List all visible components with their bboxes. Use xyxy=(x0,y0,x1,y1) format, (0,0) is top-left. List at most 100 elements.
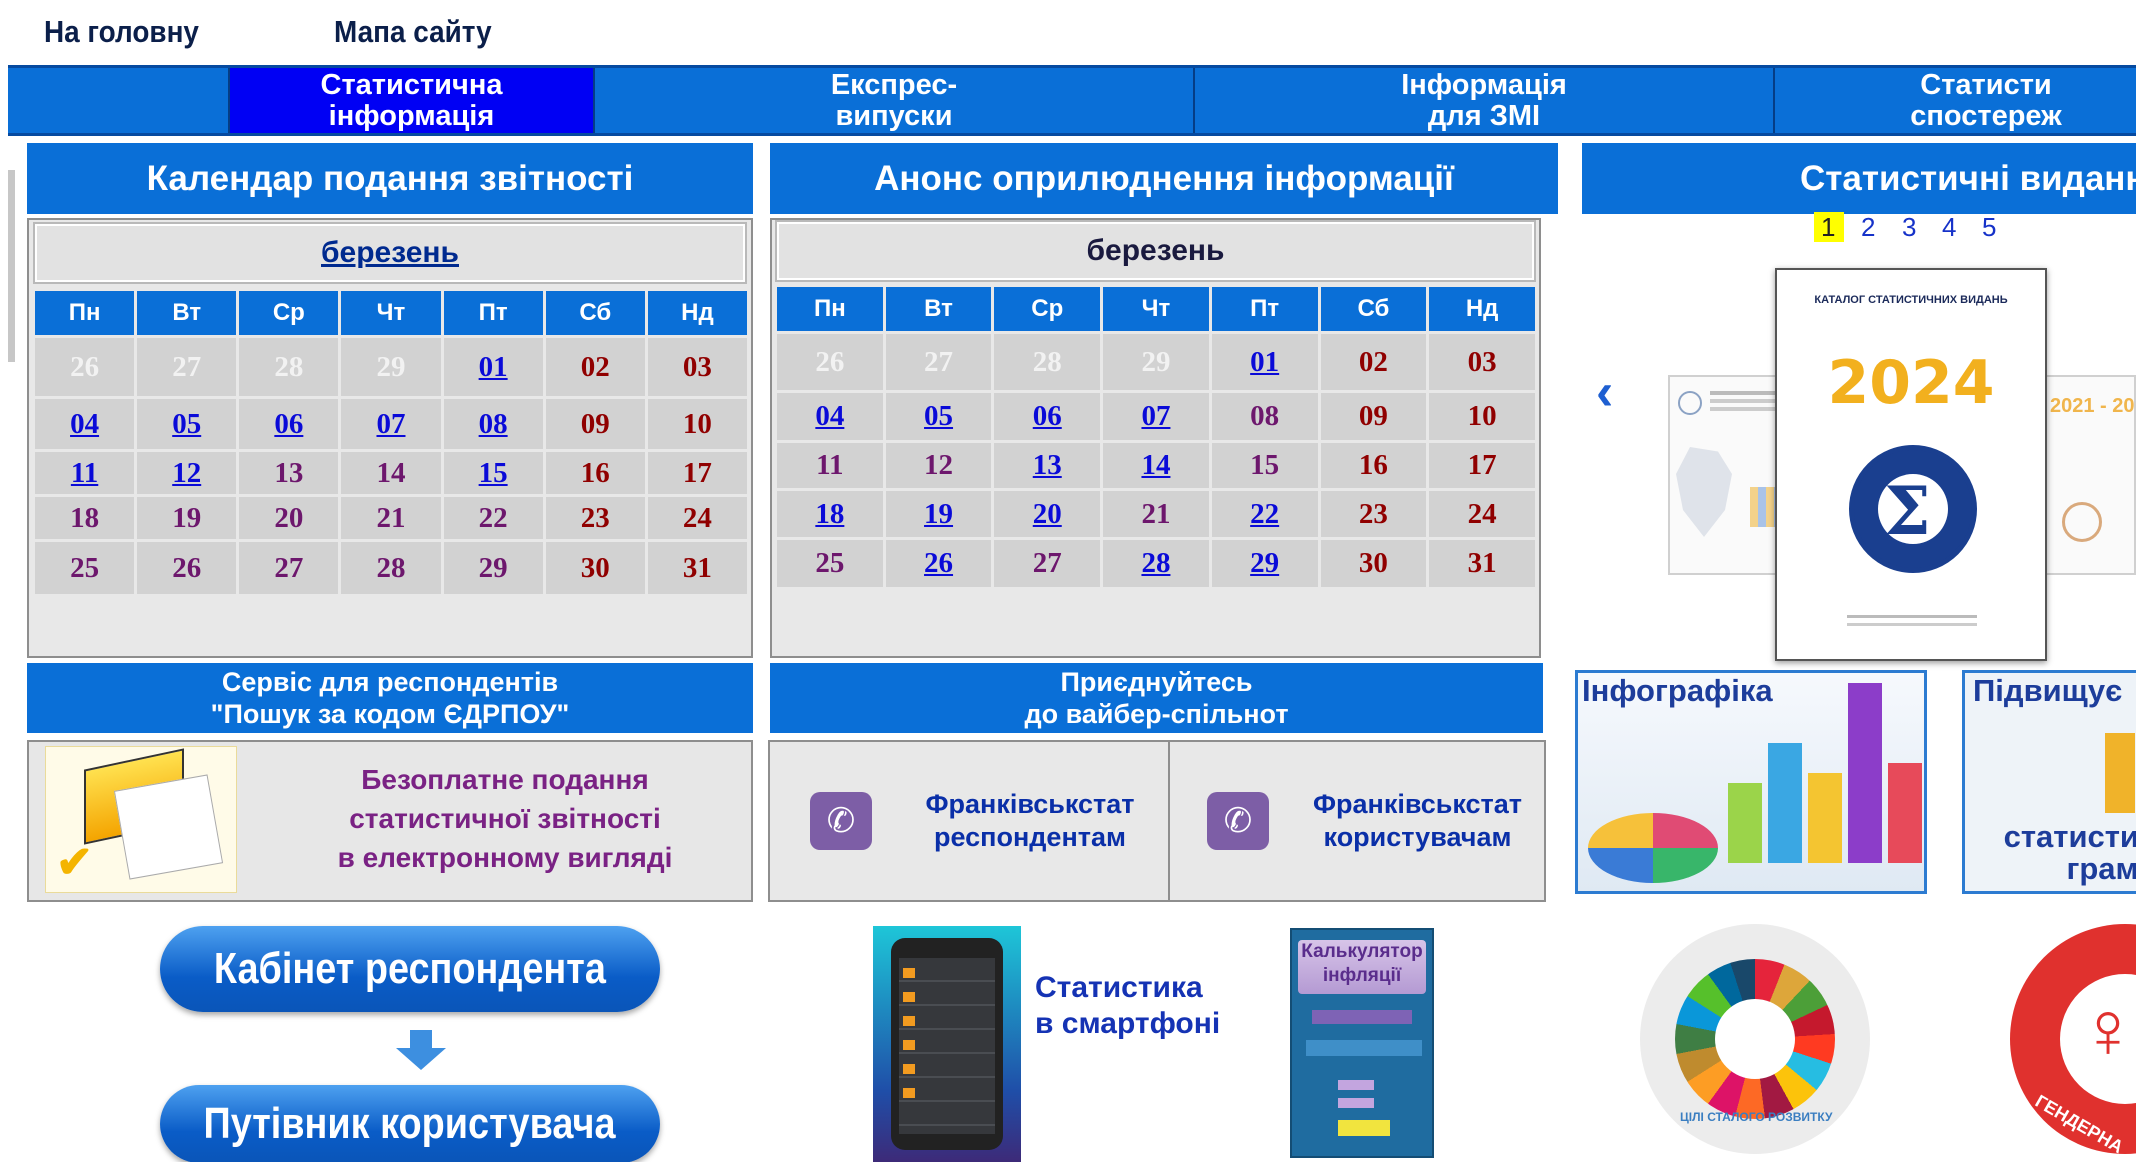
calendar-day: 09 xyxy=(545,399,645,449)
calendar-day: 20 xyxy=(239,497,339,539)
infographics-tile[interactable]: Інфографіка xyxy=(1575,670,1927,894)
cover-right-thumb[interactable]: 2021 - 2022 xyxy=(2040,375,2136,575)
calendar-day[interactable]: 15 xyxy=(443,452,543,494)
calendar-day[interactable]: 04 xyxy=(777,393,883,440)
calendar-day: 15 xyxy=(1211,443,1318,488)
text-lines xyxy=(1710,391,1780,395)
respondent-cabinet-button[interactable]: Кабінет респондента xyxy=(160,926,660,1012)
page-4[interactable]: 4 xyxy=(1942,212,1956,243)
inflation-calculator[interactable]: Калькулятор інфляції xyxy=(1290,928,1434,1158)
calendar-day[interactable]: 22 xyxy=(1211,491,1318,537)
form-paper xyxy=(113,774,224,880)
calendar-announce-month: березень xyxy=(775,220,1536,282)
bar xyxy=(1768,743,1802,863)
laptop-image[interactable]: ✔ xyxy=(45,746,237,893)
calendar-day: 27 xyxy=(885,334,992,390)
calendar-day: 30 xyxy=(545,542,645,594)
calendar-day[interactable]: 14 xyxy=(1103,443,1209,488)
calendar-day: 24 xyxy=(1429,491,1535,537)
smartphone-image[interactable] xyxy=(873,926,1021,1162)
phone-glyph: ✆ xyxy=(1223,802,1253,840)
calendar-day[interactable]: 29 xyxy=(1211,540,1318,587)
calendar-day[interactable]: 11 xyxy=(35,452,135,494)
calc-button xyxy=(1338,1120,1390,1136)
page-1[interactable]: 1 xyxy=(1821,212,1835,243)
calendar-day[interactable]: 05 xyxy=(885,393,992,440)
calendar-day[interactable]: 13 xyxy=(994,443,1101,488)
calendar-day[interactable]: 19 xyxy=(885,491,992,537)
calendar-day[interactable]: 28 xyxy=(1103,540,1209,587)
calendar-day[interactable]: 01 xyxy=(1211,334,1318,390)
calendar-day: 16 xyxy=(1320,443,1427,488)
viber-respondents-link[interactable]: Франківськстат респондентам xyxy=(900,788,1160,854)
calendar-day[interactable]: 08 xyxy=(443,399,543,449)
scrollbar[interactable] xyxy=(8,170,15,362)
right-cover-year: 2021 - 2022 xyxy=(2050,395,2135,417)
calendar-day[interactable]: 26 xyxy=(885,540,992,587)
page-2[interactable]: 2 xyxy=(1861,212,1875,243)
nav-tab-media[interactable]: Інформація для ЗМІ xyxy=(1195,68,1775,133)
calendar-reporting-grid: Пн Вт Ср Чт Пт Сб Нд 26 27 28 29 01 02 03 04 05 06 07 08 09… xyxy=(32,288,750,597)
calendar-day: 21 xyxy=(1103,491,1209,537)
gender-logo[interactable]: ♀ ГЕНДЕРНА xyxy=(2010,924,2136,1157)
user-guide-button[interactable]: Путівник користувача xyxy=(160,1085,660,1162)
nav-tab-statistical-info[interactable]: Статистична інформація xyxy=(230,68,595,133)
publications-title: Статистичні видання xyxy=(1582,143,2136,214)
calendar-day[interactable]: 06 xyxy=(994,393,1101,440)
nav-tab-express[interactable]: Експрес- випуски xyxy=(595,68,1195,133)
calendar-day: 17 xyxy=(1429,443,1535,488)
calendar-day: 25 xyxy=(35,542,135,594)
calendar-day: 19 xyxy=(137,497,237,539)
viber-icon[interactable]: ✆ xyxy=(1207,792,1269,850)
page-3[interactable]: 3 xyxy=(1902,212,1916,243)
sdg-center xyxy=(1715,999,1795,1079)
weekday-header: Пт xyxy=(1211,287,1318,331)
catalog-cover[interactable]: КАТАЛОГ СТАТИСТИЧНИХ ВИДАНЬ 2024 Σ xyxy=(1775,268,2047,661)
calendar-day: 27 xyxy=(994,540,1101,587)
calendar-day[interactable]: 12 xyxy=(137,452,237,494)
cover-left-thumb[interactable] xyxy=(1668,375,1788,575)
calendar-day: 25 xyxy=(777,540,883,587)
viber-users-link[interactable]: Франківськстат користувачам xyxy=(1290,788,1545,854)
calendar-day: 11 xyxy=(777,443,883,488)
bar xyxy=(2105,733,2135,813)
calc-field xyxy=(1306,1040,1422,1056)
calendar-day: 14 xyxy=(341,452,441,494)
calendar-day[interactable]: 20 xyxy=(994,491,1101,537)
calendar-day: 29 xyxy=(341,338,441,396)
calc-input xyxy=(1312,1010,1412,1024)
sdg-text: ЦІЛІ СТАЛОГО РОЗВИТКУ xyxy=(1680,1110,1833,1124)
calendar-day[interactable]: 01 xyxy=(443,338,543,396)
sdg-logo[interactable]: ЦІЛІ СТАЛОГО РОЗВИТКУ xyxy=(1640,924,1870,1154)
seal-small-icon xyxy=(2062,502,2102,542)
home-link[interactable]: На головну xyxy=(44,14,199,50)
calendar-day: 27 xyxy=(239,542,339,594)
sitemap-link[interactable]: Мапа сайту xyxy=(334,14,492,50)
viber-icon[interactable]: ✆ xyxy=(810,792,872,850)
calendar-reporting-month[interactable]: березень xyxy=(33,222,747,284)
calendar-day: 03 xyxy=(1429,334,1535,390)
page-5[interactable]: 5 xyxy=(1982,212,1996,243)
calendar-day[interactable]: 05 xyxy=(137,399,237,449)
service-text[interactable]: Безоплатне подання статистичної звітност… xyxy=(270,760,740,877)
calendar-day: 13 xyxy=(239,452,339,494)
smartphone-text[interactable]: Статистика в смартфоні xyxy=(1035,970,1220,1042)
weekday-header: Пн xyxy=(777,287,883,331)
literacy-tile[interactable]: Підвищує статистич грамо xyxy=(1962,670,2136,894)
catalog-cover-heading: КАТАЛОГ СТАТИСТИЧНИХ ВИДАНЬ xyxy=(1814,294,2008,306)
calendar-day: 21 xyxy=(341,497,441,539)
user-guide-label: Путівник користувача xyxy=(204,1099,616,1148)
nav-tab-empty[interactable] xyxy=(8,68,230,133)
map-icon xyxy=(1676,447,1732,537)
nav-tab-observations[interactable]: Статисти спостереж xyxy=(1775,68,2136,133)
calendar-day[interactable]: 07 xyxy=(341,399,441,449)
carousel-prev-icon[interactable]: ‹ xyxy=(1596,362,1613,422)
month-link[interactable]: березень xyxy=(321,236,459,270)
calendar-day: 10 xyxy=(1429,393,1535,440)
calendar-day[interactable]: 18 xyxy=(777,491,883,537)
calendar-day[interactable]: 07 xyxy=(1103,393,1209,440)
calendar-day[interactable]: 06 xyxy=(239,399,339,449)
respondent-cabinet-label: Кабінет респондента xyxy=(214,944,606,993)
calendar-day[interactable]: 04 xyxy=(35,399,135,449)
calendar-day: 10 xyxy=(647,399,747,449)
